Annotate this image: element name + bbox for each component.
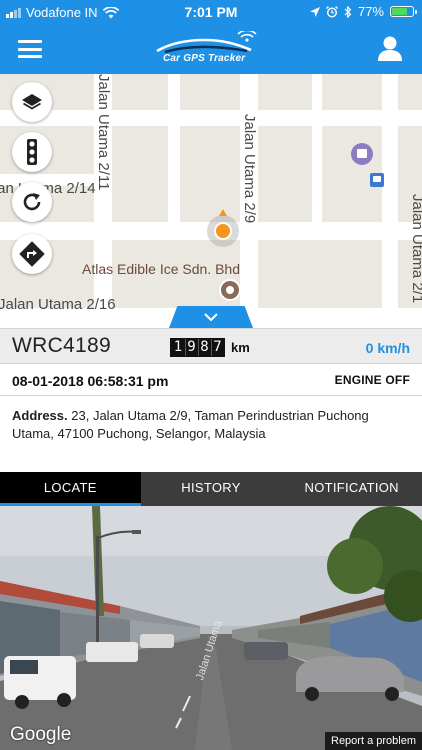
user-icon[interactable] bbox=[376, 34, 404, 62]
street-label: Jalan Utama 2/9 bbox=[241, 114, 258, 224]
engine-status: ENGINE OFF bbox=[334, 373, 410, 387]
location-icon bbox=[309, 6, 320, 17]
directions-button[interactable] bbox=[12, 234, 52, 274]
battery-icon bbox=[390, 6, 417, 17]
logo-text: Car GPS Tracker bbox=[163, 53, 246, 64]
street-label: Jalan Utama 2/16 bbox=[0, 296, 116, 313]
battery-percent: 77% bbox=[357, 4, 384, 19]
vehicle-summary: WRC4189 1 9 8 7 km 0 km/h bbox=[0, 328, 422, 364]
app-header: Vodafone IN 7:01 PM 77% Car GPS Tracker bbox=[0, 0, 422, 74]
vehicle-location-marker[interactable] bbox=[207, 209, 239, 247]
chevron-down-icon bbox=[204, 312, 218, 321]
layers-button[interactable] bbox=[12, 82, 52, 122]
odometer: 1 9 8 7 km bbox=[170, 338, 250, 357]
map-view[interactable]: Jalan Utama 2/11 Jalan Utama 2/9 Jalan U… bbox=[0, 74, 422, 328]
tab-history[interactable]: HISTORY bbox=[141, 472, 282, 506]
collapse-map-button[interactable] bbox=[169, 306, 253, 328]
street-label: Jalan Utama 2/1 bbox=[409, 194, 422, 304]
report-problem-link[interactable]: Report a problem bbox=[325, 732, 422, 750]
tab-locate[interactable]: LOCATE bbox=[0, 472, 141, 506]
refresh-icon bbox=[23, 193, 41, 211]
google-watermark: Google bbox=[10, 724, 72, 745]
odometer-digit: 9 bbox=[185, 339, 197, 356]
status-row: 08-01-2018 06:58:31 pm ENGINE OFF bbox=[0, 364, 422, 396]
odometer-digit: 8 bbox=[198, 339, 210, 356]
street-view[interactable]: Jalan Utama Google Report a problem bbox=[0, 506, 422, 750]
bluetooth-icon bbox=[344, 5, 352, 18]
shopping-poi-icon[interactable] bbox=[351, 143, 373, 165]
road bbox=[0, 110, 422, 126]
menu-button[interactable] bbox=[18, 40, 42, 58]
odometer-unit: km bbox=[231, 340, 250, 355]
odometer-digit: 7 bbox=[211, 339, 223, 356]
street-label: Jalan Utama 2/11 bbox=[95, 74, 112, 191]
tab-notification[interactable]: NOTIFICATION bbox=[281, 472, 422, 506]
speed-value: 0 km/h bbox=[365, 340, 410, 356]
odometer-digit: 1 bbox=[172, 339, 184, 356]
menu-icon bbox=[18, 40, 42, 43]
refresh-button[interactable] bbox=[12, 182, 52, 222]
traffic-button[interactable] bbox=[12, 132, 52, 172]
layers-icon bbox=[22, 94, 42, 110]
directions-icon bbox=[19, 241, 45, 267]
address-block: Address. 23, Jalan Utama 2/9, Taman Peri… bbox=[12, 407, 412, 443]
tab-bar: LOCATE HISTORY NOTIFICATION bbox=[0, 472, 422, 506]
vehicle-plate: WRC4189 bbox=[12, 334, 111, 357]
last-update-time: 08-01-2018 06:58:31 pm bbox=[12, 373, 169, 389]
road bbox=[168, 74, 180, 222]
status-bar: Vodafone IN 7:01 PM 77% bbox=[0, 0, 422, 24]
place-marker[interactable] bbox=[219, 279, 241, 301]
road bbox=[382, 74, 398, 328]
address-label: Address. bbox=[12, 408, 68, 423]
road bbox=[312, 74, 322, 222]
traffic-light-icon bbox=[27, 139, 37, 165]
bus-stop-icon[interactable] bbox=[370, 173, 384, 187]
app-logo: Car GPS Tracker bbox=[155, 29, 267, 67]
alarm-icon bbox=[325, 5, 338, 18]
place-label: Atlas Edible Ice Sdn. Bhd bbox=[82, 261, 240, 277]
